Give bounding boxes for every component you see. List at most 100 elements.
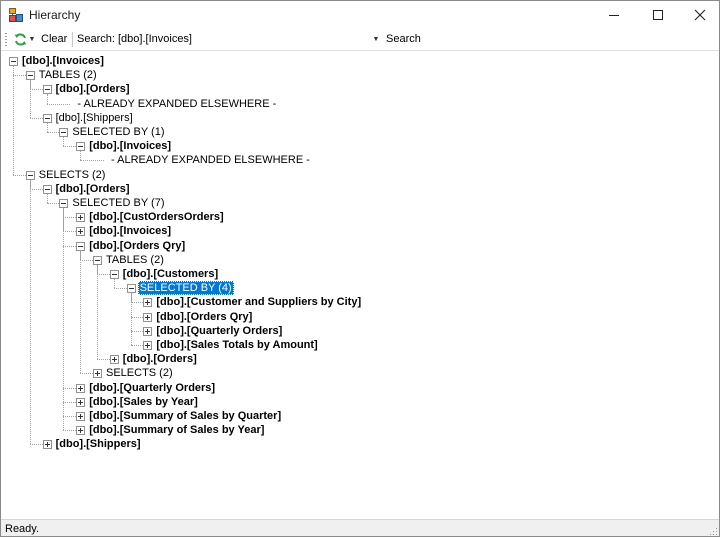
tree-node[interactable]: SELECTED BY (7)	[70, 196, 166, 210]
collapse-icon[interactable]	[59, 128, 69, 137]
tree-node-label: [dbo].[Quarterly Orders]	[89, 381, 216, 394]
tree-node[interactable]: [dbo].[Orders Qry]	[87, 239, 187, 253]
clear-button[interactable]: Clear	[38, 31, 70, 48]
tree-node-label: [dbo].[Summary of Sales by Year]	[89, 424, 265, 437]
tree-connector-horizontal	[29, 89, 43, 91]
tree-connector-horizontal	[80, 373, 93, 375]
toolbar-grip[interactable]	[5, 33, 7, 46]
tree-connector-horizontal	[63, 416, 77, 417]
window-title: Hierarchy	[29, 8, 81, 22]
tree-node[interactable]: - ALREADY EXPANDED ELSEWHERE -	[109, 153, 312, 167]
tree-node[interactable]: SELECTS (2)	[37, 168, 108, 182]
status-bar: Ready.	[1, 519, 719, 536]
hierarchy-tree[interactable]: [dbo].[Invoices] TABLES (2) [dbo].[Orders]…	[1, 51, 719, 519]
expand-icon[interactable]	[143, 341, 153, 350]
tree-connector-vertical	[130, 293, 132, 345]
collapse-icon[interactable]	[9, 57, 18, 66]
expand-icon[interactable]	[76, 397, 86, 407]
tree-node-label: SELECTED BY (4)	[137, 281, 234, 296]
tree-node[interactable]: [dbo].[Invoices]	[87, 224, 173, 238]
tree-node[interactable]: [dbo].[Invoices]	[20, 54, 106, 68]
collapse-icon[interactable]	[25, 71, 35, 81]
tree-node-label: [dbo].[Summary of Sales by Quarter]	[89, 410, 282, 422]
search-input[interactable]	[116, 30, 368, 49]
tree-node[interactable]: [dbo].[Shippers]	[54, 437, 143, 451]
expand-icon[interactable]	[76, 426, 86, 436]
tree-node[interactable]: [dbo].[Orders]	[121, 352, 199, 366]
close-button[interactable]	[679, 1, 719, 29]
tree-node[interactable]: - ALREADY EXPANDED ELSEWHERE -	[75, 97, 278, 111]
tree-node-label: SELECTS (2)	[38, 168, 106, 181]
tree-node-label: [dbo].[Sales by Year]	[89, 395, 198, 408]
tree-node-label: SELECTED BY (1)	[72, 126, 165, 138]
collapse-icon[interactable]	[93, 255, 102, 265]
collapse-icon[interactable]	[42, 113, 52, 123]
expand-icon[interactable]	[143, 312, 153, 322]
expand-icon[interactable]	[143, 298, 153, 308]
search-button[interactable]: Search	[383, 31, 424, 48]
refresh-button[interactable]: ▼	[11, 31, 37, 48]
collapse-icon[interactable]	[76, 241, 86, 251]
expand-icon[interactable]	[143, 326, 153, 336]
tree-node[interactable]: [dbo].[Summary of Sales by Year]	[87, 423, 266, 437]
expand-icon[interactable]	[76, 213, 86, 223]
tree-node[interactable]: TABLES (2)	[104, 253, 166, 267]
expand-icon[interactable]	[76, 412, 86, 421]
tree-node-label: [dbo].[Invoices]	[89, 140, 172, 153]
tree-connector-horizontal	[13, 174, 26, 176]
tree-connector-horizontal	[97, 359, 110, 361]
tree-node-label: - ALREADY EXPANDED ELSEWHERE -	[77, 97, 277, 110]
tree-node[interactable]: [dbo].[Invoices]	[87, 139, 173, 153]
resize-grip-icon[interactable]	[708, 526, 718, 536]
tree-node[interactable]: [dbo].[Sales by Year]	[87, 395, 200, 409]
collapse-icon[interactable]	[109, 270, 119, 279]
tree-node-label: [dbo].[Shippers]	[55, 438, 141, 451]
tree-node-selected[interactable]: SELECTED BY (4)	[137, 281, 234, 296]
tree-node[interactable]: [dbo].[Customers]	[121, 267, 220, 281]
tree-node[interactable]: SELECTS (2)	[104, 366, 175, 380]
search-label: Search:	[77, 33, 115, 45]
maximize-button[interactable]	[637, 1, 679, 29]
expand-icon[interactable]	[76, 383, 86, 393]
expand-icon[interactable]	[76, 227, 86, 237]
minimize-button[interactable]	[593, 1, 635, 29]
tree-connector-horizontal	[130, 316, 144, 318]
tree-node[interactable]: [dbo].[Summary of Sales by Quarter]	[87, 409, 283, 423]
tree-node[interactable]: [dbo].[Orders Qry]	[154, 310, 254, 324]
tree-node[interactable]: [dbo].[Quarterly Orders]	[87, 381, 217, 395]
close-icon	[694, 9, 706, 21]
tree-connector-vertical	[80, 250, 82, 374]
tree-connector-horizontal	[63, 146, 77, 148]
tree-node-label: [dbo].[Orders]	[122, 353, 197, 366]
tree-connector-horizontal	[80, 259, 93, 261]
collapse-icon[interactable]	[59, 199, 69, 208]
tree-connector-vertical	[80, 151, 82, 161]
title-bar[interactable]: Hierarchy	[1, 1, 719, 29]
expand-icon[interactable]	[93, 369, 102, 379]
tree-node[interactable]: [dbo].[Orders]	[54, 82, 132, 96]
tree-node[interactable]: [dbo].[CustOrdersOrders]	[87, 210, 225, 224]
tree-node[interactable]: TABLES (2)	[37, 68, 99, 82]
collapse-icon[interactable]	[42, 184, 52, 194]
expand-icon[interactable]	[109, 355, 119, 365]
tree-connector-horizontal	[46, 203, 60, 204]
chevron-down-icon[interactable]: ▼	[370, 30, 382, 49]
tree-node-label: [dbo].[Orders]	[55, 83, 130, 96]
tree-node[interactable]: SELECTED BY (1)	[70, 125, 166, 139]
tree-node[interactable]: [dbo].[Quarterly Orders]	[154, 324, 284, 338]
search-combobox[interactable]: ▼	[116, 30, 382, 49]
collapse-icon[interactable]	[42, 85, 52, 95]
tree-connector-vertical	[46, 193, 48, 203]
tree-node[interactable]: [dbo].[Customer and Suppliers by City]	[154, 295, 363, 309]
collapse-icon[interactable]	[76, 142, 86, 152]
tree-node[interactable]: [dbo].[Orders]	[54, 182, 132, 196]
tree-node[interactable]: [dbo].[Sales Totals by Amount]	[154, 338, 319, 352]
refresh-dropdown-arrow-icon[interactable]: ▼	[28, 32, 36, 47]
tree-node-label: [dbo].[Quarterly Orders]	[156, 324, 283, 337]
collapse-icon[interactable]	[25, 170, 35, 180]
expand-icon[interactable]	[42, 440, 52, 450]
collapse-icon[interactable]	[126, 284, 136, 294]
tree-node[interactable]: [dbo].[Shippers]	[54, 111, 135, 125]
tree-connector-horizontal	[130, 330, 144, 332]
tree-connector-horizontal	[29, 444, 43, 446]
